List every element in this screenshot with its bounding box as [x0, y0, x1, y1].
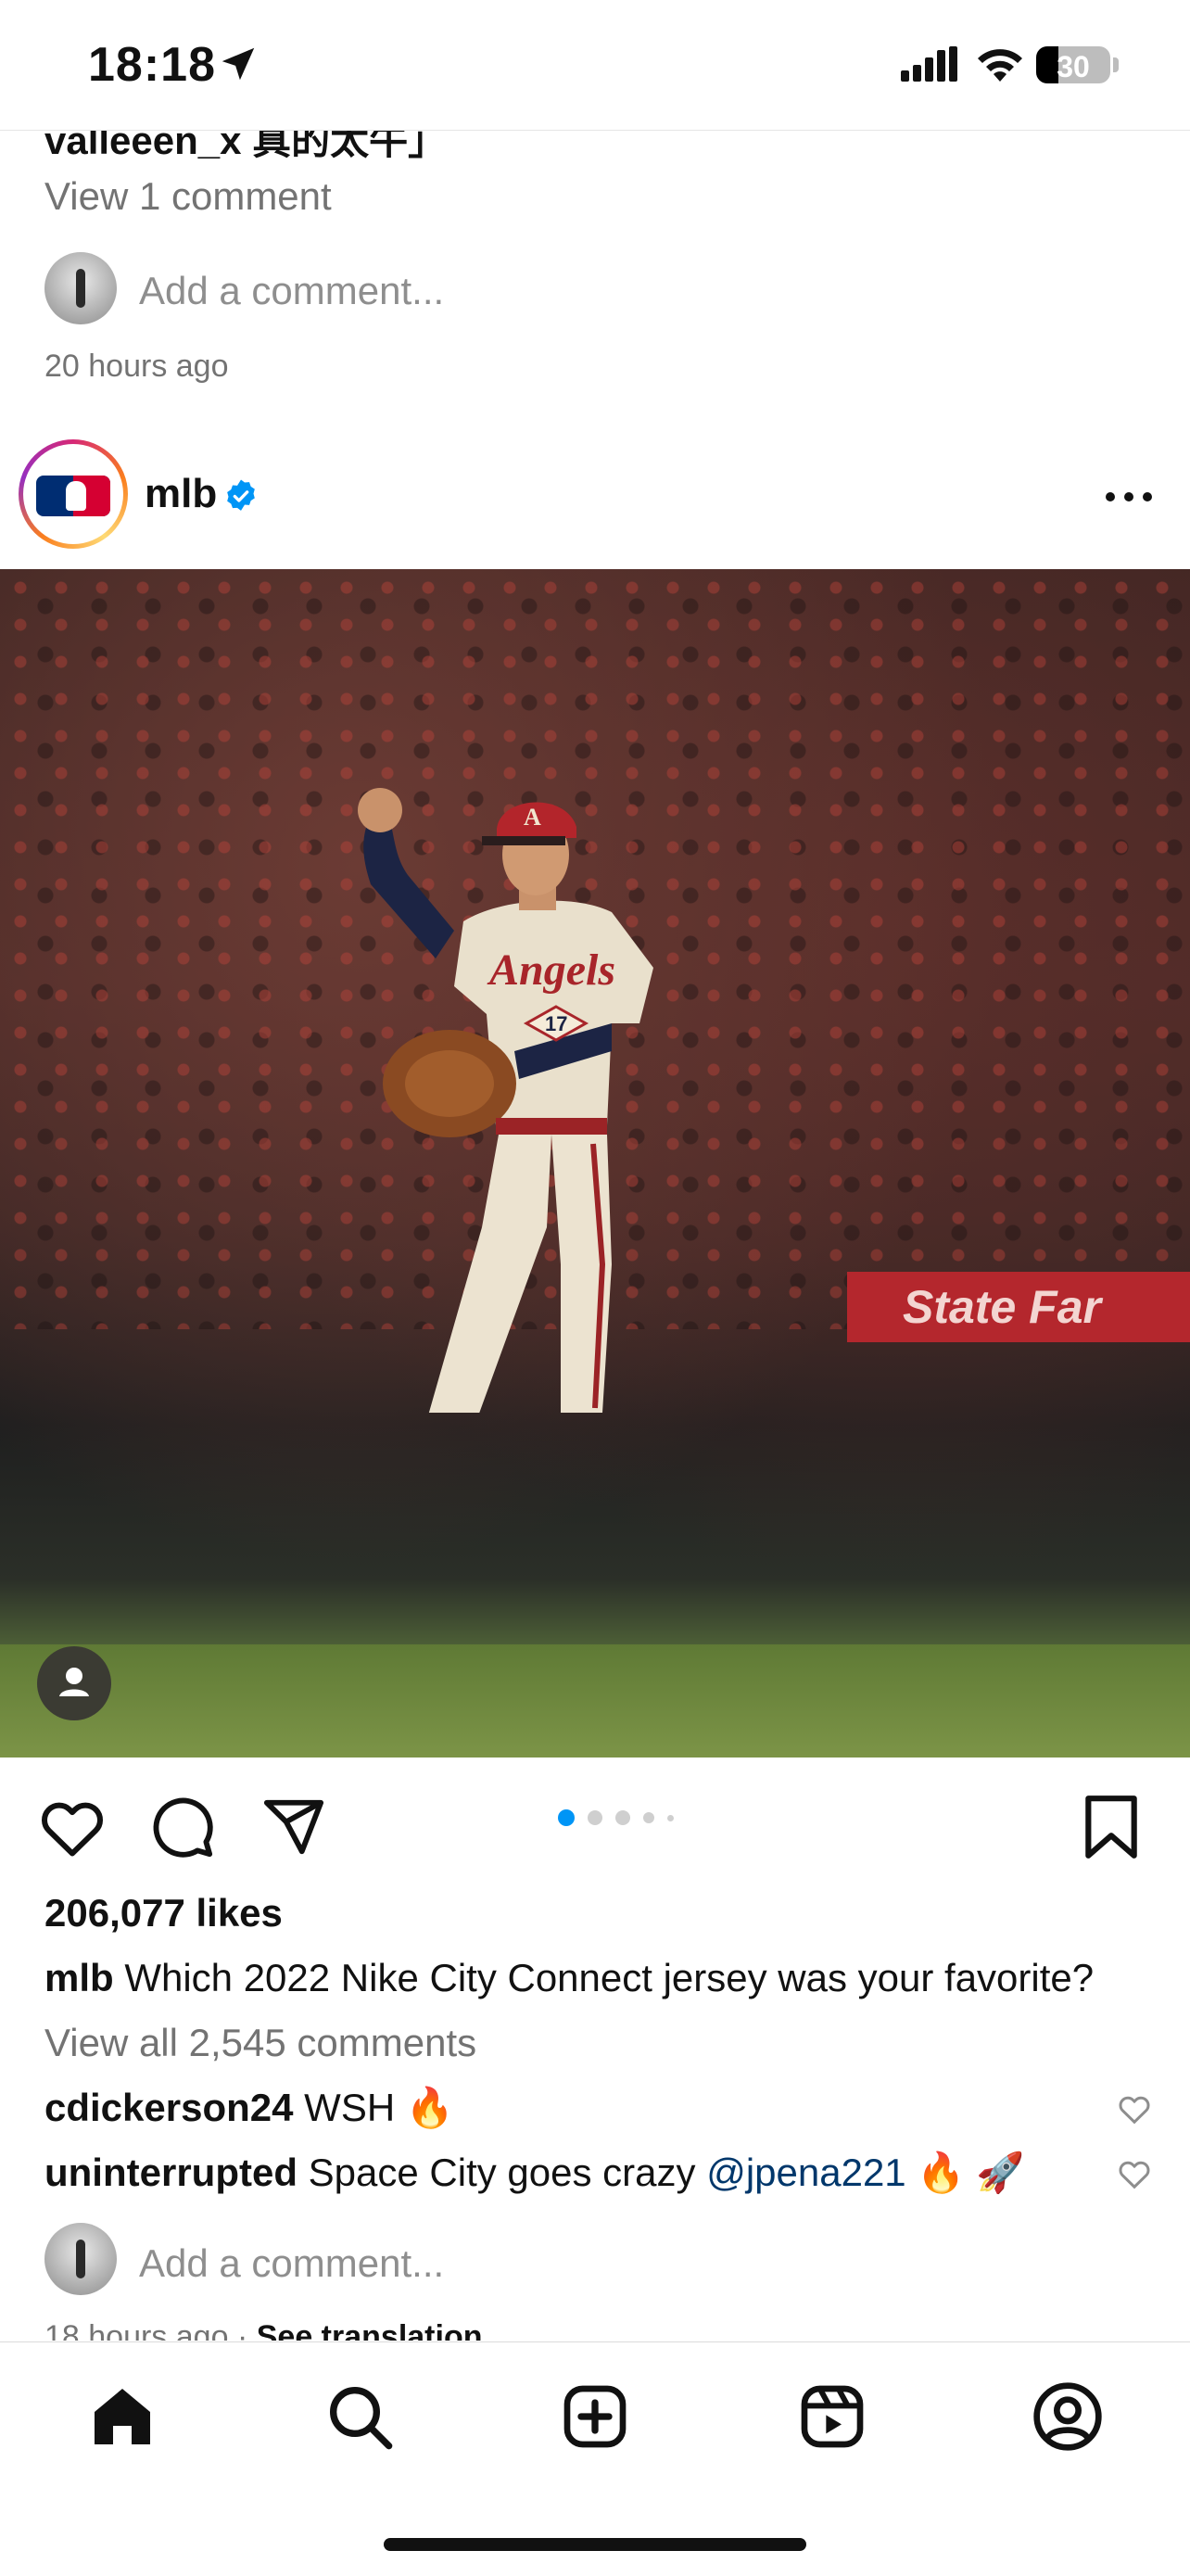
baseball-player: A Angels 17 [358, 788, 653, 1413]
cap-logo: A [524, 804, 541, 831]
comment-row: cdickerson24 WSH 🔥 [44, 2086, 454, 2131]
battery-percent: 30 [1057, 50, 1090, 83]
share-send-icon[interactable] [261, 1795, 326, 1859]
person-icon [59, 1668, 89, 1696]
home-icon[interactable] [85, 2379, 159, 2454]
view-comments-link[interactable]: View 1 comment [44, 174, 332, 219]
stadium-sign: State Far [847, 1272, 1190, 1342]
field-grass [0, 1644, 1190, 1758]
my-avatar [44, 252, 117, 324]
battery-icon: 30 [1036, 46, 1110, 83]
caption-username[interactable]: mlb [44, 1956, 114, 1999]
add-comment-input[interactable]: Add a comment... [139, 269, 444, 313]
carousel-dot [643, 1812, 654, 1823]
comment-like-heart-icon[interactable] [1118, 2093, 1151, 2125]
comment-mention-link[interactable]: @jpena221 [706, 2151, 905, 2194]
comment-row: uninterrupted Space City goes crazy @jpe… [44, 2151, 1025, 2196]
comment-text: Space City goes crazy [308, 2151, 696, 2194]
mlb-avatar[interactable] [19, 439, 128, 549]
battery-tip [1113, 57, 1119, 72]
status-bar: 18:18 30 [0, 0, 1190, 131]
comment-bubble-icon[interactable] [150, 1795, 215, 1859]
post-username[interactable]: mlb [145, 471, 217, 517]
profile-icon[interactable] [1031, 2379, 1105, 2454]
wifi-icon [978, 49, 1022, 82]
post-photo[interactable]: State Far A Angels 17 [0, 569, 1190, 1758]
comment-username[interactable]: uninterrupted [44, 2151, 298, 2194]
create-icon[interactable] [558, 2379, 632, 2454]
carousel-dot [615, 1810, 630, 1825]
search-icon[interactable] [323, 2379, 397, 2454]
view-all-comments-link[interactable]: View all 2,545 comments [44, 2021, 476, 2065]
add-comment-input[interactable]: Add a comment... [139, 2241, 444, 2286]
reels-icon[interactable] [795, 2379, 869, 2454]
fire-rocket-emoji-icon: 🔥 🚀 [917, 2151, 1025, 2194]
location-arrow-icon [222, 47, 255, 81]
cellular-signal-icon [901, 46, 957, 82]
carousel-dot [558, 1809, 575, 1826]
tagged-people-button[interactable] [37, 1646, 111, 1720]
carousel-indicator [558, 1809, 687, 1826]
my-avatar [44, 2223, 117, 2295]
carousel-dot [588, 1810, 602, 1825]
comment-like-heart-icon[interactable] [1118, 2158, 1151, 2189]
post-caption: mlb Which 2022 Nike City Connect jersey … [44, 1956, 1094, 2000]
save-bookmark-icon[interactable] [1082, 1793, 1140, 1861]
like-heart-icon[interactable] [39, 1796, 106, 1858]
jersey-text: Angels [487, 945, 615, 995]
post-time: 20 hours ago [44, 349, 229, 384]
likes-count[interactable]: 206,077 likes [44, 1891, 283, 1935]
fire-emoji-icon: 🔥 [405, 2086, 455, 2129]
status-time: 18:18 [88, 38, 216, 92]
verified-badge-icon [227, 479, 255, 511]
more-options-icon[interactable] [1105, 491, 1153, 502]
caption-text: Which 2022 Nike City Connect jersey was … [124, 1956, 1095, 1999]
carousel-dot [667, 1814, 674, 1821]
home-indicator[interactable] [384, 2538, 806, 2551]
jersey-number: 17 [545, 1012, 567, 1035]
comment-username[interactable]: cdickerson24 [44, 2086, 294, 2129]
comment-text: WSH [304, 2086, 396, 2129]
mlb-logo-icon [36, 476, 110, 516]
